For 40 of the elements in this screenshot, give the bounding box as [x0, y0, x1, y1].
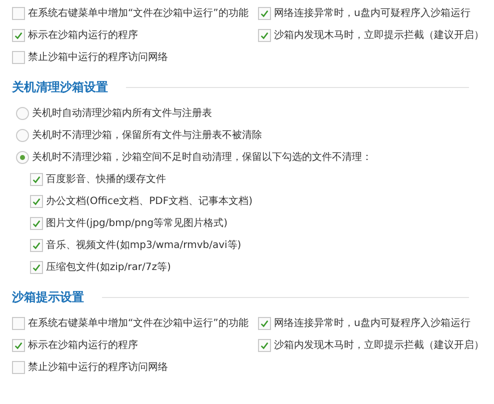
checkbox[interactable]	[30, 194, 43, 208]
checkbox[interactable]	[30, 172, 43, 186]
option-label: 标示在沙箱内运行的程序	[28, 28, 138, 42]
radio-button[interactable]	[16, 106, 29, 120]
radio-button[interactable]	[16, 128, 29, 142]
checkbox[interactable]	[258, 338, 271, 352]
option-label: 百度影音、快播的缓存文件	[46, 172, 166, 186]
checkbox[interactable]	[258, 6, 271, 20]
checkbox[interactable]	[12, 28, 25, 42]
checkbox[interactable]	[30, 260, 43, 274]
section-title: 沙箱提示设置	[12, 288, 84, 306]
checkbox-option[interactable]: 标示在沙箱内运行的程序	[12, 28, 138, 42]
checkbox[interactable]	[258, 28, 271, 42]
checkbox-option[interactable]: 标示在沙箱内运行的程序	[12, 338, 138, 352]
section-title: 关机清理沙箱设置	[12, 78, 108, 96]
checkbox[interactable]	[12, 338, 25, 352]
checkbox[interactable]	[258, 316, 271, 330]
option-label: 压缩包文件(如zip/rar/7z等)	[46, 260, 171, 274]
option-label: 办公文档(Office文档、PDF文档、记事本文档)	[46, 194, 252, 208]
checkbox-option[interactable]: 百度影音、快播的缓存文件	[12, 168, 166, 190]
radio-option[interactable]: 关机时不清理沙箱，保留所有文件与注册表不被清除	[12, 124, 262, 146]
option-label: 图片文件(jpg/bmp/png等常见图片格式)	[46, 216, 228, 230]
option-label: 关机时不清理沙箱，保留所有文件与注册表不被清除	[32, 128, 262, 142]
checkbox[interactable]	[12, 6, 25, 20]
checkbox-option[interactable]: 压缩包文件(如zip/rar/7z等)	[12, 256, 171, 278]
option-label: 标示在沙箱内运行的程序	[28, 338, 138, 352]
checkbox[interactable]	[30, 238, 43, 252]
checkbox-option[interactable]: 图片文件(jpg/bmp/png等常见图片格式)	[12, 212, 228, 234]
radio-option[interactable]: 关机时自动清理沙箱内所有文件与注册表	[12, 102, 212, 124]
option-label: 关机时自动清理沙箱内所有文件与注册表	[32, 106, 212, 120]
checkbox-option[interactable]: 音乐、视频文件(如mp3/wma/rmvb/avi等)	[12, 234, 242, 256]
checkbox[interactable]	[12, 50, 25, 64]
option-label: 音乐、视频文件(如mp3/wma/rmvb/avi等)	[46, 238, 242, 252]
checkbox[interactable]	[30, 216, 43, 230]
option-label: 关机时不清理沙箱，沙箱空间不足时自动清理，保留以下勾选的文件不清理：	[32, 150, 372, 164]
checkbox[interactable]	[12, 360, 25, 374]
checkbox-option[interactable]: 办公文档(Office文档、PDF文档、记事本文档)	[12, 190, 252, 212]
radio-option[interactable]: 关机时不清理沙箱，沙箱空间不足时自动清理，保留以下勾选的文件不清理：	[12, 146, 372, 168]
checkbox[interactable]	[12, 316, 25, 330]
radio-button[interactable]	[16, 150, 29, 164]
